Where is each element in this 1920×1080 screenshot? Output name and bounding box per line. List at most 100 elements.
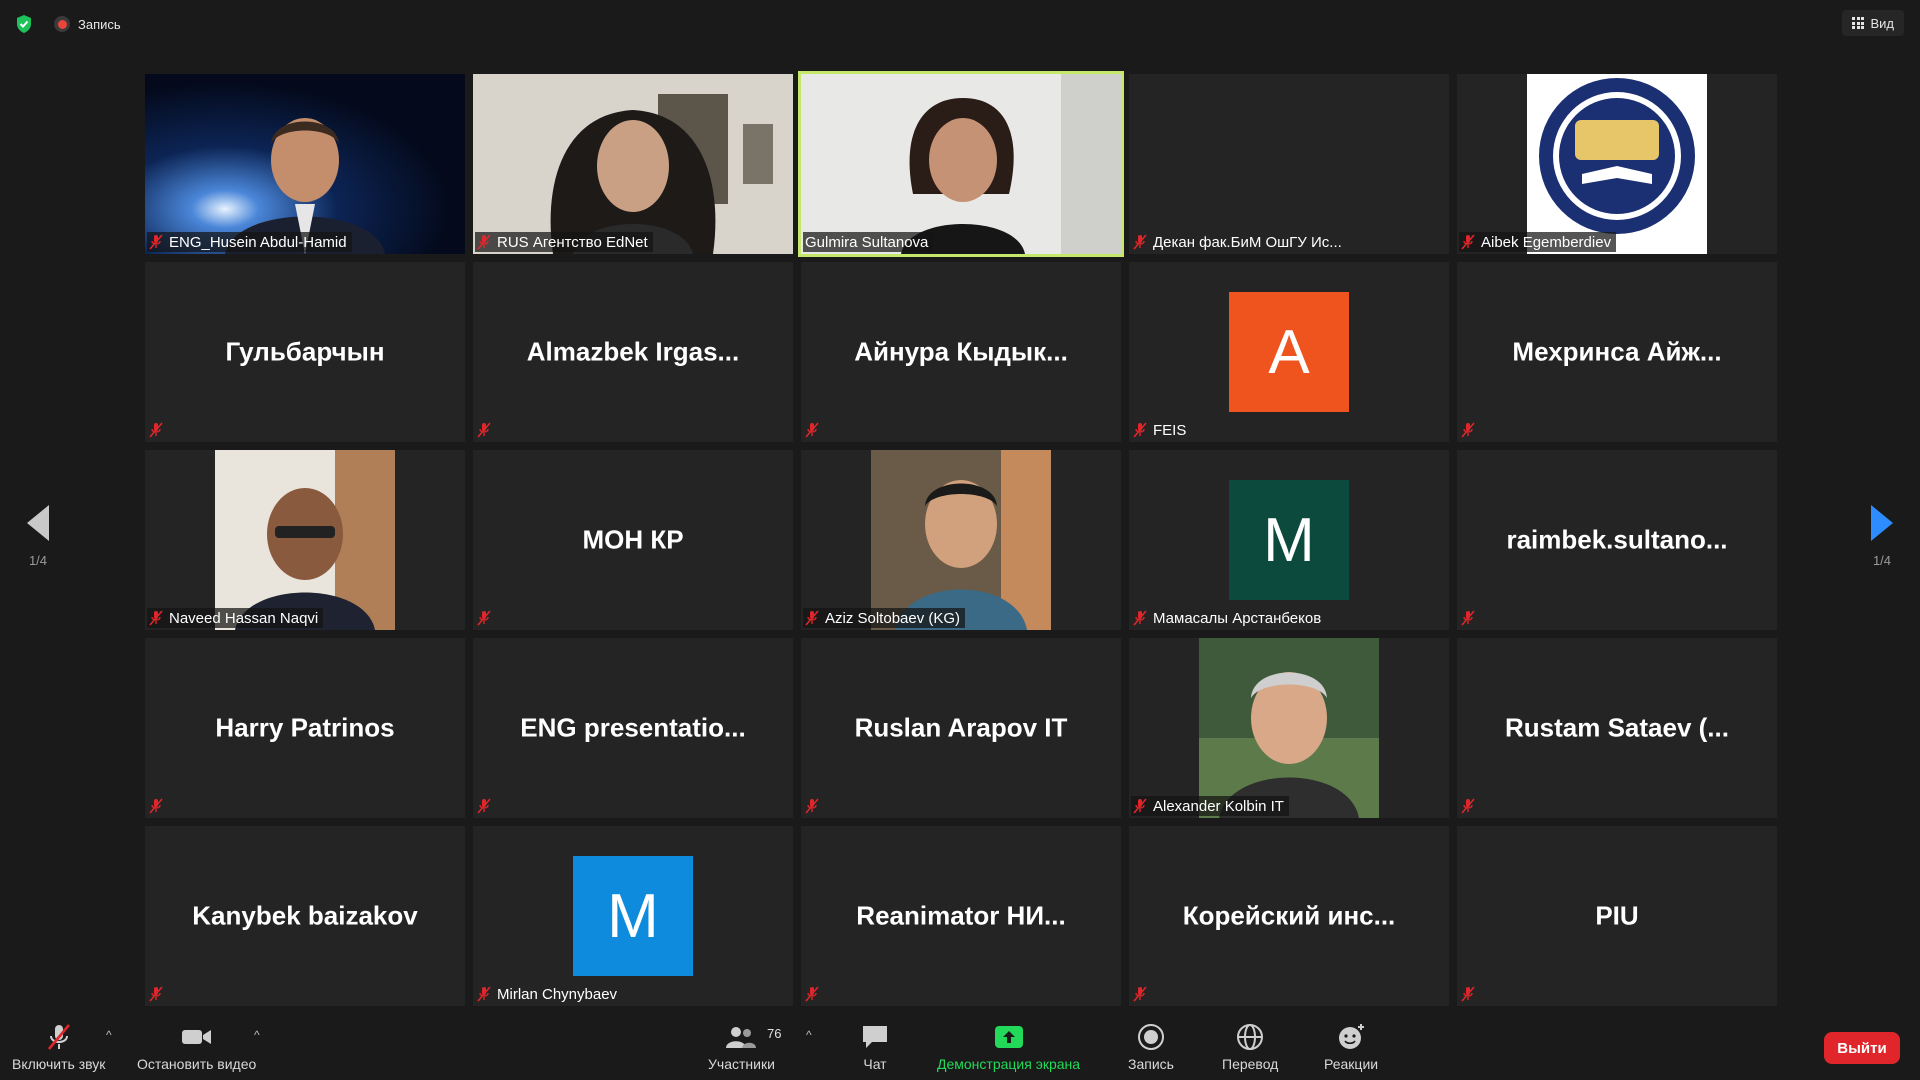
page-indicator-left: 1/4 — [28, 553, 48, 568]
participant-tile[interactable]: RUS Агентство EdNet — [473, 74, 793, 254]
unmute-button[interactable]: Включить звук — [12, 1022, 105, 1072]
mic-muted-icon — [149, 798, 163, 814]
participants-options-caret-icon[interactable]: ^ — [806, 1028, 812, 1042]
mic-muted-icon — [477, 610, 491, 626]
participant-name-label — [1459, 608, 1480, 628]
mic-muted-icon — [805, 422, 819, 438]
chat-label: Чат — [863, 1056, 887, 1072]
participant-tile[interactable]: Айнура Кыдык... — [801, 262, 1121, 442]
participants-icon — [724, 1022, 758, 1052]
avatar: M — [573, 856, 693, 976]
participant-tile[interactable]: Reanimator НИ... — [801, 826, 1121, 1006]
mic-muted-icon — [44, 1022, 74, 1052]
top-bar: Запись Вид — [0, 0, 1920, 48]
participants-button[interactable]: Участники — [708, 1022, 775, 1072]
participant-tile[interactable]: ENG presentatio... — [473, 638, 793, 818]
participant-name-label — [475, 420, 496, 440]
participant-name-label: Aibek Egemberdiev — [1459, 232, 1617, 252]
view-button[interactable]: Вид — [1842, 10, 1904, 36]
participant-name: Декан фак.БиМ ОшГУ Ис... — [1153, 233, 1342, 251]
participant-name: ENG_Husein Abdul-Hamid — [169, 233, 347, 251]
participant-tile[interactable]: raimbek.sultano... — [1457, 450, 1777, 630]
participant-name-label: Мамасалы Арстанбеков — [1131, 608, 1326, 628]
participant-tile[interactable]: Aziz Soltobaev (KG) — [801, 450, 1121, 630]
reactions-label: Реакции — [1324, 1056, 1379, 1072]
participant-tile[interactable]: Naveed Hassan Naqvi — [145, 450, 465, 630]
stop-video-button[interactable]: Остановить видео — [137, 1022, 256, 1072]
mic-muted-icon — [1461, 986, 1475, 1002]
participant-display-name: Almazbek Irgas... — [526, 336, 740, 367]
leave-meeting-button[interactable]: Выйти — [1824, 1032, 1900, 1064]
previous-page-button[interactable]: 1/4 — [8, 505, 68, 568]
mic-muted-icon — [805, 610, 819, 626]
mic-muted-icon — [477, 234, 491, 250]
participant-tile[interactable]: A FEIS — [1129, 262, 1449, 442]
participant-tile[interactable]: Kanybek baizakov — [145, 826, 465, 1006]
reactions-button[interactable]: Реакции — [1324, 1022, 1378, 1072]
participant-tile-active-speaker[interactable]: Gulmira Sultanova — [798, 71, 1124, 257]
participant-tile[interactable]: ENG_Husein Abdul-Hamid — [145, 74, 465, 254]
participant-tile[interactable]: Корейский инс... — [1129, 826, 1449, 1006]
avatar: A — [1229, 292, 1349, 412]
recording-indicator[interactable]: Запись — [54, 14, 121, 34]
shield-icon[interactable] — [14, 14, 34, 34]
participant-tile[interactable]: Alexander Kolbin IT — [1129, 638, 1449, 818]
record-button[interactable]: Запись — [1128, 1022, 1174, 1072]
participants-count: 76 — [767, 1026, 782, 1041]
participant-video — [473, 74, 793, 254]
share-screen-button[interactable]: Демонстрация экрана — [937, 1022, 1080, 1072]
participant-name-label — [803, 796, 824, 816]
video-options-caret-icon[interactable]: ^ — [254, 1028, 260, 1042]
participant-name: Gulmira Sultanova — [805, 233, 929, 251]
record-dot-icon — [54, 16, 70, 32]
page-indicator-right: 1/4 — [1872, 553, 1892, 568]
participant-display-name: Ruslan Arapov IT — [854, 712, 1068, 743]
participant-name: Naveed Hassan Naqvi — [169, 609, 319, 627]
university-logo — [1527, 74, 1707, 254]
participant-tile[interactable]: МОН КР — [473, 450, 793, 630]
translate-button[interactable]: Перевод — [1222, 1022, 1278, 1072]
arrow-right-icon — [1871, 505, 1893, 541]
participant-tile[interactable]: Harry Patrinos — [145, 638, 465, 818]
mic-muted-icon — [805, 798, 819, 814]
participant-name-label: Aziz Soltobaev (KG) — [803, 608, 966, 628]
participant-name: Aziz Soltobaev (KG) — [825, 609, 961, 627]
mic-muted-icon — [149, 422, 163, 438]
participant-display-name: Айнура Кыдык... — [854, 336, 1068, 367]
participant-name: Mirlan Chynybaev — [497, 985, 618, 1003]
avatar-initial: A — [1268, 317, 1310, 387]
chat-button[interactable]: Чат — [860, 1022, 890, 1072]
participant-photo — [1199, 638, 1379, 818]
mic-muted-icon — [1133, 234, 1147, 250]
participant-tile[interactable]: Almazbek Irgas... — [473, 262, 793, 442]
next-page-button[interactable]: 1/4 — [1852, 505, 1912, 568]
mic-muted-icon — [1461, 798, 1475, 814]
participant-tile[interactable]: PIU — [1457, 826, 1777, 1006]
record-label: Запись — [1128, 1056, 1174, 1072]
mic-muted-icon — [1133, 986, 1147, 1002]
participant-tile[interactable]: M Mirlan Chynybaev — [473, 826, 793, 1006]
participant-name: FEIS — [1153, 421, 1187, 439]
participant-tile[interactable]: Aibek Egemberdiev — [1457, 74, 1777, 254]
audio-options-caret-icon[interactable]: ^ — [106, 1028, 112, 1042]
mic-muted-icon — [477, 986, 491, 1002]
participant-tile[interactable]: Гульбарчын — [145, 262, 465, 442]
participant-display-name: Мехринса Айж... — [1512, 336, 1722, 367]
participant-name-label — [1459, 984, 1480, 1004]
avatar-initial: M — [1263, 505, 1315, 575]
avatar-initial: M — [607, 881, 659, 951]
participant-name: RUS Агентство EdNet — [497, 233, 648, 251]
participant-tile[interactable]: Мехринса Айж... — [1457, 262, 1777, 442]
participant-tile[interactable]: Rustam Sataev (... — [1457, 638, 1777, 818]
participant-tile[interactable]: Декан фак.БиМ ОшГУ Ис... — [1129, 74, 1449, 254]
grid-icon — [1852, 17, 1865, 29]
participant-video — [145, 74, 465, 254]
participant-name-label: Mirlan Chynybaev — [475, 984, 622, 1004]
participant-name-label — [1459, 796, 1480, 816]
participant-name-label: Naveed Hassan Naqvi — [147, 608, 324, 628]
participant-name-label: Alexander Kolbin IT — [1131, 796, 1289, 816]
mic-muted-icon — [149, 234, 163, 250]
participant-tile[interactable]: M Мамасалы Арстанбеков — [1129, 450, 1449, 630]
avatar: M — [1229, 480, 1349, 600]
participant-tile[interactable]: Ruslan Arapov IT — [801, 638, 1121, 818]
